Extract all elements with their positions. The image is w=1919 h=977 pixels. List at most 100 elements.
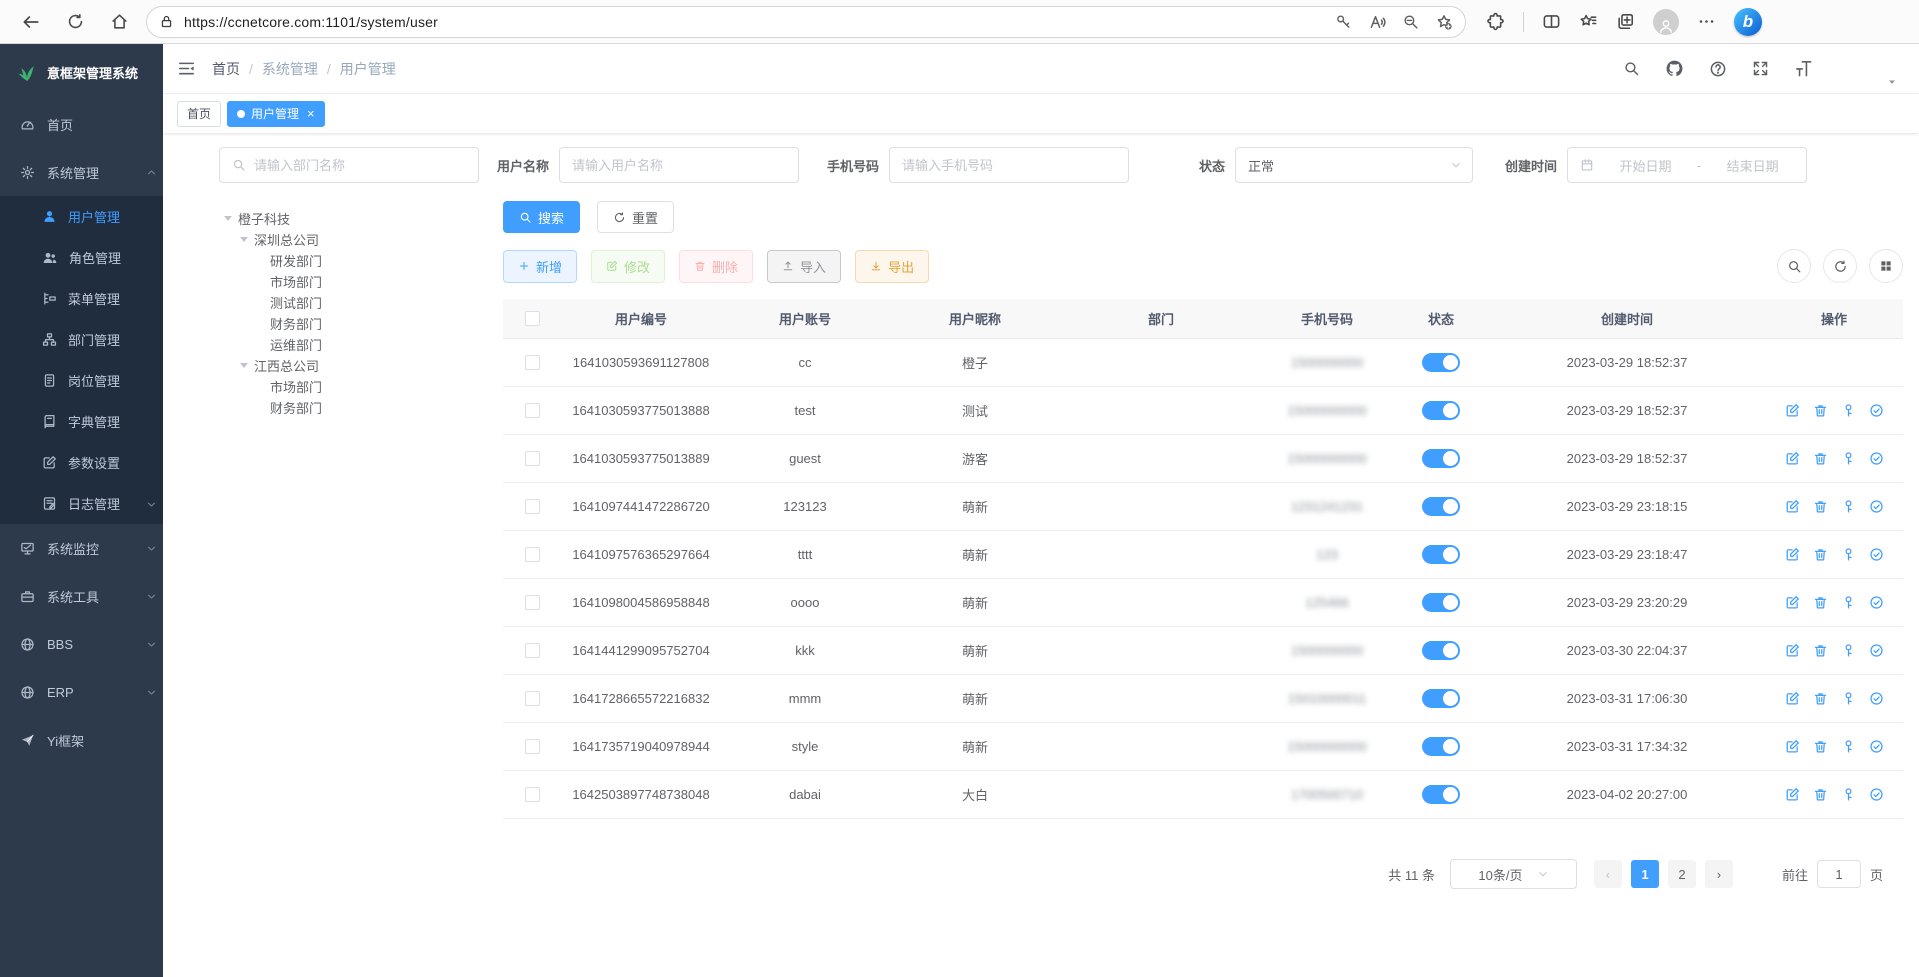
tree-node[interactable]: 橙子科技 [219,208,494,229]
user-avatar[interactable] [1838,50,1876,88]
row-reset-password-icon[interactable] [1841,739,1856,754]
tree-node[interactable]: 深圳总公司 [219,229,494,250]
extensions-icon[interactable] [1486,12,1505,31]
tree-node[interactable]: 财务部门 [219,397,494,418]
row-reset-password-icon[interactable] [1841,547,1856,562]
password-key-icon[interactable] [1335,13,1352,30]
row-assign-role-icon[interactable] [1869,595,1884,610]
avatar-caret-icon[interactable] [1887,77,1897,87]
row-reset-password-icon[interactable] [1841,691,1856,706]
row-reset-password-icon[interactable] [1841,403,1856,418]
address-bar[interactable]: https://ccnetcore.com:1101/system/user [146,6,1466,38]
font-size-icon[interactable] [1794,59,1813,78]
row-delete-icon[interactable] [1813,691,1828,706]
sidebar-item-menu-mgmt[interactable]: 菜单管理 [0,278,163,319]
row-reset-password-icon[interactable] [1841,451,1856,466]
dept-search-input[interactable] [219,147,479,183]
row-checkbox[interactable] [525,595,540,610]
row-reset-password-icon[interactable] [1841,643,1856,658]
tree-node[interactable]: 江西总公司 [219,355,494,376]
sidebar-item-dict-mgmt[interactable]: 字典管理 [0,401,163,442]
status-toggle[interactable] [1422,545,1460,564]
bing-chat-icon[interactable]: b [1734,8,1762,36]
tree-node[interactable]: 市场部门 [219,376,494,397]
page-size-select[interactable]: 10条/页 [1450,859,1577,889]
status-toggle[interactable] [1422,641,1460,660]
row-delete-icon[interactable] [1813,595,1828,610]
caret-down-icon[interactable] [240,363,248,372]
collections-icon[interactable] [1616,12,1635,31]
sidebar-item-log-mgmt[interactable]: 日志管理 [0,483,163,524]
sidebar-item-bbs[interactable]: BBS [0,620,163,668]
search-button[interactable]: 搜索 [503,201,580,233]
caret-down-icon[interactable] [240,237,248,246]
sidebar-item-post-mgmt[interactable]: 岗位管理 [0,360,163,401]
tab-home[interactable]: 首页 [177,101,221,127]
split-screen-icon[interactable] [1542,12,1561,31]
sidebar-collapse-icon[interactable] [177,59,196,78]
next-page-button[interactable]: › [1705,860,1733,888]
select-all-checkbox[interactable] [525,311,540,326]
status-toggle[interactable] [1422,689,1460,708]
read-aloud-icon[interactable] [1368,13,1386,31]
row-delete-icon[interactable] [1813,547,1828,562]
favorites-icon[interactable] [1579,12,1598,31]
tree-node[interactable]: 研发部门 [219,250,494,271]
status-toggle[interactable] [1422,785,1460,804]
row-edit-icon[interactable] [1785,739,1800,754]
row-assign-role-icon[interactable] [1869,643,1884,658]
browser-home-button[interactable] [102,5,136,39]
row-edit-icon[interactable] [1785,691,1800,706]
import-button[interactable]: 导入 [767,250,841,283]
phone-input[interactable] [889,147,1129,183]
username-input[interactable] [559,147,799,183]
status-select[interactable]: 正常 [1235,147,1473,183]
row-edit-icon[interactable] [1785,787,1800,802]
status-toggle[interactable] [1422,449,1460,468]
row-checkbox[interactable] [525,547,540,562]
browser-back-button[interactable] [14,5,48,39]
dept-name-field[interactable] [254,158,466,173]
row-delete-icon[interactable] [1813,403,1828,418]
row-checkbox[interactable] [525,691,540,706]
row-edit-icon[interactable] [1785,403,1800,418]
row-assign-role-icon[interactable] [1869,691,1884,706]
row-reset-password-icon[interactable] [1841,499,1856,514]
breadcrumb-home[interactable]: 首页 [212,59,240,79]
table-columns-button[interactable] [1869,249,1903,283]
help-icon[interactable] [1709,60,1727,78]
tab-user-mgmt[interactable]: 用户管理 × [227,101,325,127]
row-delete-icon[interactable] [1813,643,1828,658]
sidebar-item-home[interactable]: 首页 [0,100,163,148]
caret-down-icon[interactable] [224,216,232,225]
row-delete-icon[interactable] [1813,451,1828,466]
sidebar-item-role-mgmt[interactable]: 角色管理 [0,237,163,278]
header-search-icon[interactable] [1623,60,1640,77]
sidebar-item-yi-framework[interactable]: Yi框架 [0,716,163,764]
page-button-1[interactable]: 1 [1631,860,1659,888]
username-field[interactable] [572,158,786,173]
row-checkbox[interactable] [525,403,540,418]
export-button[interactable]: 导出 [855,250,929,283]
status-toggle[interactable] [1422,737,1460,756]
status-toggle[interactable] [1422,497,1460,516]
row-checkbox[interactable] [525,643,540,658]
row-assign-role-icon[interactable] [1869,787,1884,802]
add-favorite-icon[interactable] [1435,13,1453,31]
edit-button[interactable]: 修改 [591,250,665,283]
status-toggle[interactable] [1422,593,1460,612]
row-checkbox[interactable] [525,355,540,370]
add-button[interactable]: 新增 [503,250,577,283]
page-button-2[interactable]: 2 [1668,860,1696,888]
row-edit-icon[interactable] [1785,643,1800,658]
sidebar-item-tools[interactable]: 系统工具 [0,572,163,620]
zoom-out-icon[interactable] [1402,13,1419,30]
start-date[interactable]: 开始日期 [1604,156,1687,175]
url-text[interactable]: https://ccnetcore.com:1101/system/user [184,14,1325,30]
tree-node[interactable]: 运维部门 [219,334,494,355]
row-edit-icon[interactable] [1785,499,1800,514]
sidebar-item-user-mgmt[interactable]: 用户管理 [0,196,163,237]
tree-node[interactable]: 测试部门 [219,292,494,313]
close-icon[interactable]: × [307,107,315,120]
date-range-picker[interactable]: 开始日期 - 结束日期 [1567,147,1807,183]
